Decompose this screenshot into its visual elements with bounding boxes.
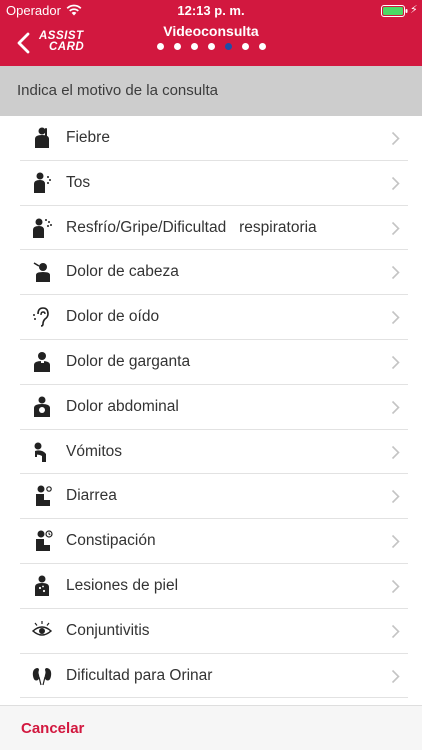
chevron-right-icon bbox=[391, 221, 400, 235]
reason-row[interactable]: Dificultad para Orinar bbox=[0, 654, 422, 699]
reason-row[interactable]: Dolor de garganta bbox=[0, 340, 422, 385]
abdominal-pain-icon bbox=[34, 396, 50, 417]
chevron-right-icon bbox=[391, 400, 400, 414]
chevron-right-icon bbox=[391, 535, 400, 549]
status-bar: Operador 12:13 p. m. ⚡ bbox=[0, 0, 422, 20]
step-dot bbox=[173, 43, 181, 50]
chevron-right-icon bbox=[391, 131, 400, 146]
step-dot bbox=[207, 43, 215, 50]
reason-label: Dolor de garganta bbox=[66, 352, 191, 370]
section-header: Indica el motivo de la consulta bbox=[0, 66, 422, 116]
headache-icon bbox=[33, 262, 50, 283]
throat-icon bbox=[34, 351, 50, 372]
chevron-right-icon bbox=[391, 669, 400, 683]
chevron-right-icon bbox=[391, 579, 400, 594]
reason-row[interactable]: Dolor abdominal bbox=[0, 385, 422, 430]
reason-row[interactable]: Diarrea bbox=[0, 474, 422, 519]
step-indicator bbox=[0, 43, 422, 50]
reason-row[interactable]: Lesiones de piel bbox=[0, 564, 422, 609]
chevron-right-icon bbox=[391, 445, 400, 459]
reason-row[interactable]: Constipación bbox=[0, 519, 422, 564]
vomiting-icon bbox=[34, 442, 46, 462]
fever-icon bbox=[35, 127, 49, 148]
charging-icon: ⚡ bbox=[410, 4, 418, 16]
chevron-right-icon bbox=[391, 176, 400, 190]
reason-label: Constipación bbox=[66, 532, 156, 550]
reason-row[interactable]: Tos bbox=[0, 161, 422, 206]
reason-label: Conjuntivitis bbox=[66, 621, 150, 639]
constipation-icon bbox=[36, 530, 53, 552]
reason-label: Dificultad para Orinar bbox=[66, 666, 213, 684]
reason-row[interactable]: Fiebre bbox=[0, 116, 422, 161]
cough-icon bbox=[34, 172, 51, 193]
reason-label: Dolor de oído bbox=[66, 308, 160, 326]
diarrhea-icon bbox=[36, 485, 52, 507]
footer-bar: Cancelar bbox=[0, 705, 422, 750]
reason-row[interactable]: Vómitos bbox=[0, 430, 422, 475]
cold-flu-icon bbox=[33, 218, 52, 238]
step-dot bbox=[190, 43, 198, 50]
kidney-icon bbox=[32, 667, 52, 685]
reason-row[interactable]: Dolor de cabeza bbox=[0, 250, 422, 295]
reason-label: Resfrío/Gripe/Dificultad respiratoria bbox=[66, 218, 317, 236]
battery-icon bbox=[381, 5, 408, 17]
clock: 12:13 p. m. bbox=[177, 3, 245, 18]
reason-label: Fiebre bbox=[66, 129, 110, 146]
chevron-right-icon bbox=[391, 311, 400, 325]
reason-label: Diarrea bbox=[66, 487, 117, 505]
reason-row[interactable]: Conjuntivitis bbox=[0, 609, 422, 654]
cancel-button[interactable]: Cancelar bbox=[21, 720, 84, 737]
step-dot-active bbox=[224, 43, 232, 50]
reason-label: Lesiones de piel bbox=[66, 576, 179, 594]
nav-bar: Operador 12:13 p. m. ⚡ ASSIST CARD Video… bbox=[0, 0, 422, 66]
reason-label: Vómitos bbox=[66, 442, 122, 460]
reason-list: Fiebre Tos Resfrío/Gripe/Dificultad respir… bbox=[0, 116, 422, 699]
skin-lesion-icon bbox=[35, 575, 49, 596]
page-title: Videoconsulta bbox=[163, 23, 259, 39]
step-dot bbox=[258, 43, 266, 50]
chevron-right-icon bbox=[391, 355, 400, 370]
reason-row[interactable]: Dolor de oído bbox=[0, 295, 422, 340]
chevron-right-icon bbox=[391, 624, 400, 638]
chevron-right-icon bbox=[391, 490, 400, 504]
reason-label: Dolor abdominal bbox=[66, 397, 179, 415]
reason-label: Tos bbox=[66, 173, 91, 191]
step-dot bbox=[241, 43, 249, 50]
step-dot bbox=[156, 43, 164, 50]
chevron-right-icon bbox=[391, 266, 400, 280]
reason-row[interactable]: Resfrío/Gripe/Dificultad respiratoria bbox=[0, 206, 422, 251]
reason-label: Dolor de cabeza bbox=[66, 263, 179, 281]
eye-icon bbox=[31, 620, 53, 636]
ear-icon bbox=[33, 307, 49, 327]
